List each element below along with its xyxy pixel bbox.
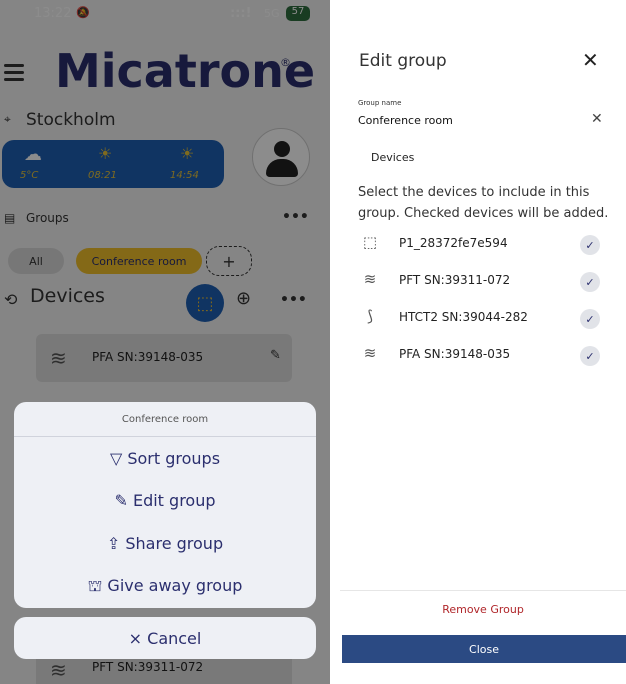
clear-icon[interactable]: ✕	[591, 111, 603, 127]
close-icon: ×	[128, 628, 143, 648]
devices-label: Devices	[371, 151, 415, 164]
edit-group-button[interactable]: ✎ Edit group	[14, 491, 316, 510]
list-item[interactable]: ⬚ P1_28372fe7e594 ✓	[358, 233, 608, 257]
remove-group-button[interactable]: Remove Group	[340, 603, 626, 616]
device-name: P1_28372fe7e594	[399, 236, 508, 250]
cancel-button[interactable]: × Cancel	[14, 617, 316, 659]
left-screen: 13:22 🔕 :::! 5G 57 Micatrone ® ⌖ Stockho…	[0, 0, 330, 684]
close-button[interactable]: Close	[342, 635, 626, 663]
divider	[14, 436, 316, 437]
list-item[interactable]: ≋ PFT SN:39311-072 ✓	[358, 270, 608, 294]
device-name: PFT SN:39311-072	[399, 273, 511, 287]
group-name-field[interactable]: Conference room	[358, 114, 453, 127]
sheet-title: Conference room	[121, 414, 209, 425]
sensor-icon: ⟆	[367, 307, 373, 325]
edit-icon: ✎	[114, 491, 128, 510]
device-name: HTCT2 SN:39044-282	[399, 310, 528, 324]
right-screen: Edit group ✕ Group name Conference room …	[340, 0, 626, 684]
close-icon[interactable]: ✕	[582, 48, 599, 72]
devices-description: Select the devices to include in this gr…	[358, 185, 609, 221]
give-away-group-label: Give away group	[107, 576, 243, 595]
cancel-label: Cancel	[147, 628, 202, 648]
list-item[interactable]: ≋ PFA SN:39148-035 ✓	[358, 344, 608, 368]
sort-groups-label: Sort groups	[127, 449, 221, 468]
airflow-icon: ≋	[363, 270, 377, 288]
share-group-label: Share group	[125, 534, 224, 553]
checkbox[interactable]: ✓	[580, 235, 600, 255]
share-icon: ⇪	[106, 534, 121, 553]
list-item[interactable]: ⟆ HTCT2 SN:39044-282 ✓	[358, 307, 608, 331]
gift-icon: ⛫	[87, 576, 103, 595]
share-group-button[interactable]: ⇪ Share group	[14, 534, 316, 553]
sort-groups-button[interactable]: ▽ Sort groups	[14, 449, 316, 468]
action-sheet: Conference room ▽ Sort groups ✎ Edit gro…	[14, 402, 316, 608]
airflow-icon: ≋	[363, 344, 377, 362]
edit-group-label: Edit group	[132, 491, 216, 510]
device-name: PFA SN:39148-035	[399, 347, 511, 361]
filter-icon: ▽	[109, 449, 123, 468]
checkbox[interactable]: ✓	[580, 309, 600, 329]
group-name-label: Group name	[358, 99, 402, 107]
checkbox[interactable]: ✓	[580, 346, 600, 366]
chip-icon: ⬚	[362, 233, 378, 251]
give-away-group-button[interactable]: ⛫ Give away group	[14, 576, 316, 597]
divider	[340, 590, 626, 591]
page-title: Edit group	[359, 51, 447, 71]
checkbox[interactable]: ✓	[580, 272, 600, 292]
